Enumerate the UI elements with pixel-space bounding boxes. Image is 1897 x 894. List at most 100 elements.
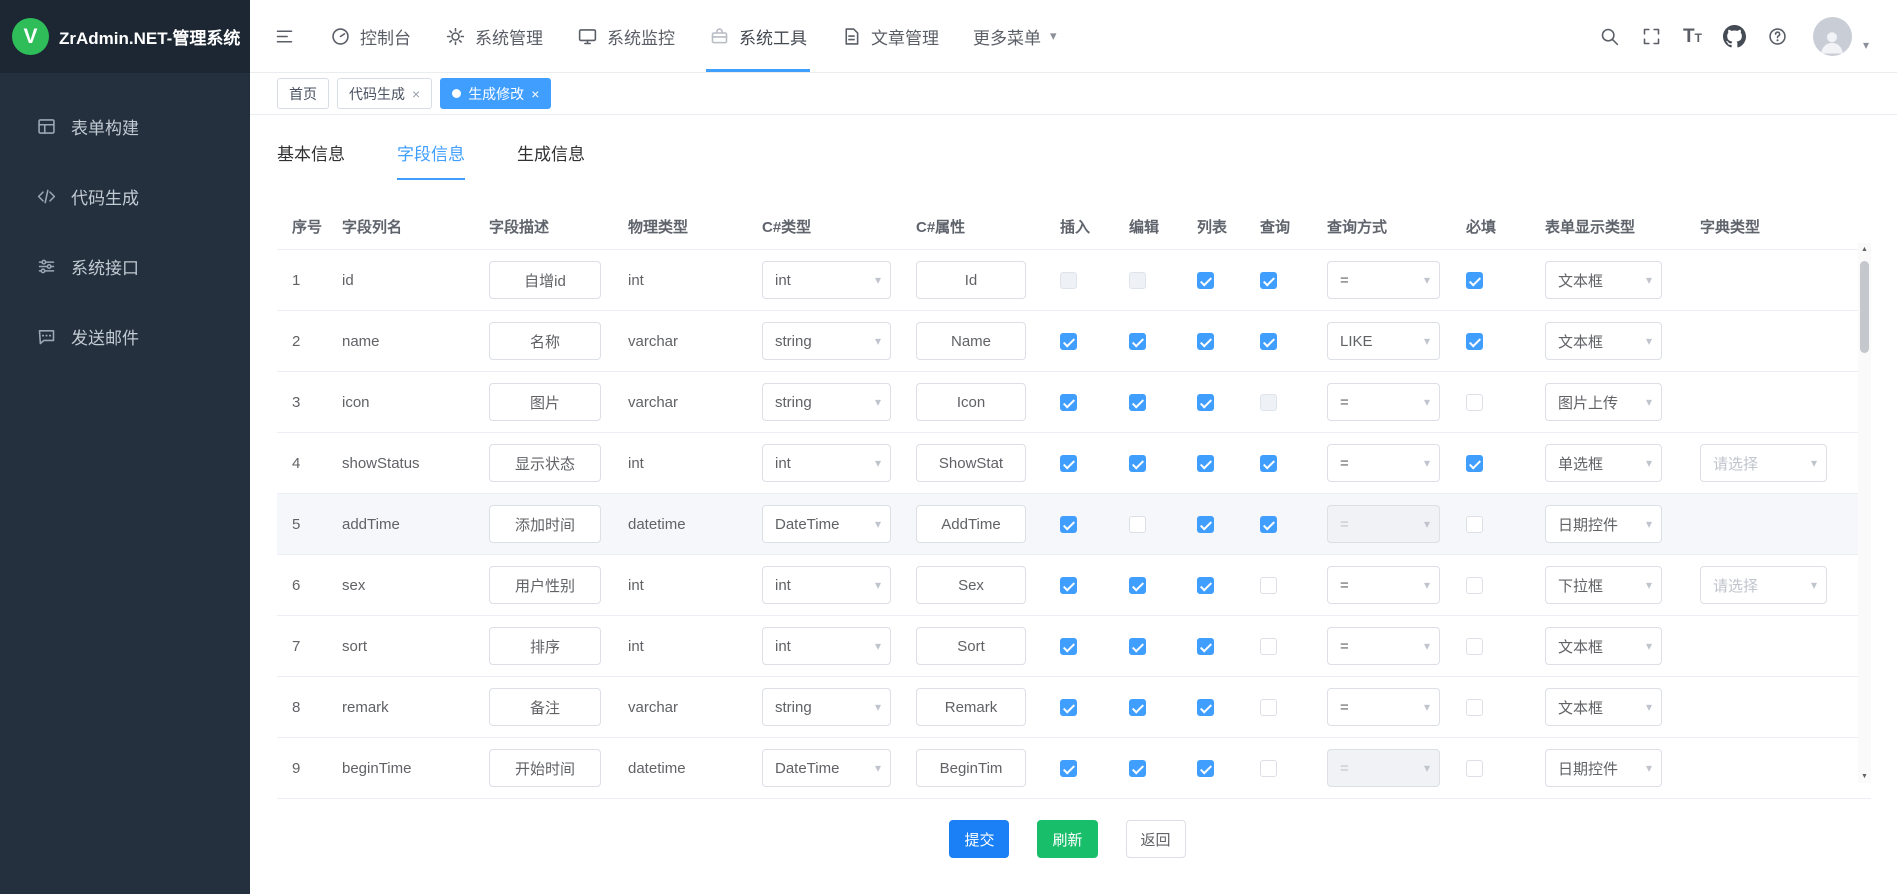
insert-checkbox[interactable] [1060,516,1077,533]
dict-type-select[interactable]: 请选择 ▾ [1700,566,1827,604]
query-mode-select[interactable]: = ▾ [1327,505,1440,543]
avatar[interactable] [1813,17,1852,56]
edit-checkbox[interactable] [1129,638,1146,655]
csharp-type-select[interactable]: string ▾ [762,322,891,360]
edit-checkbox[interactable] [1129,394,1146,411]
tag-home[interactable]: 首页 [277,78,329,109]
edit-checkbox[interactable] [1129,760,1146,777]
list-checkbox[interactable] [1197,455,1214,472]
tab-field-info[interactable]: 字段信息 [397,140,465,180]
dict-type-select[interactable]: 请选择 ▾ [1700,444,1827,482]
query-mode-select[interactable]: = ▾ [1327,749,1440,787]
insert-checkbox[interactable] [1060,760,1077,777]
csharp-prop-input[interactable] [916,505,1026,543]
required-checkbox[interactable] [1466,577,1483,594]
refresh-button[interactable]: 刷新 [1037,820,1097,858]
required-checkbox[interactable] [1466,394,1483,411]
query-checkbox[interactable] [1260,394,1277,411]
scrollbar-track[interactable] [1858,256,1871,770]
list-checkbox[interactable] [1197,516,1214,533]
field-desc-input[interactable] [489,261,601,299]
field-desc-input[interactable] [489,505,601,543]
query-checkbox[interactable] [1260,272,1277,289]
list-checkbox[interactable] [1197,577,1214,594]
insert-checkbox[interactable] [1060,577,1077,594]
edit-checkbox[interactable] [1129,455,1146,472]
edit-checkbox[interactable] [1129,272,1146,289]
field-desc-input[interactable] [489,383,601,421]
list-checkbox[interactable] [1197,272,1214,289]
query-mode-select[interactable]: = ▾ [1327,627,1440,665]
required-checkbox[interactable] [1466,516,1483,533]
query-mode-select[interactable]: LIKE ▾ [1327,322,1440,360]
edit-checkbox[interactable] [1129,699,1146,716]
display-type-select[interactable]: 文本框 ▾ [1545,688,1662,726]
edit-checkbox[interactable] [1129,577,1146,594]
insert-checkbox[interactable] [1060,455,1077,472]
topnav-item-system-monitor[interactable]: 系统监控 [560,0,692,72]
csharp-type-select[interactable]: string ▾ [762,383,891,421]
csharp-prop-input[interactable] [916,749,1026,787]
field-desc-input[interactable] [489,688,601,726]
list-checkbox[interactable] [1197,638,1214,655]
edit-checkbox[interactable] [1129,516,1146,533]
topnav-item-article-manage[interactable]: 文章管理 [824,0,956,72]
insert-checkbox[interactable] [1060,394,1077,411]
scrollbar-thumb[interactable] [1860,261,1869,353]
display-type-select[interactable]: 日期控件 ▾ [1545,749,1662,787]
close-icon[interactable]: × [531,87,539,101]
csharp-type-select[interactable]: DateTime ▾ [762,749,891,787]
csharp-prop-input[interactable] [916,261,1026,299]
csharp-prop-input[interactable] [916,383,1026,421]
query-checkbox[interactable] [1260,577,1277,594]
font-size-button[interactable]: TT [1683,27,1702,46]
tag-gen-edit[interactable]: 生成修改 × [440,78,551,109]
query-checkbox[interactable] [1260,760,1277,777]
topnav-item-system-manage[interactable]: 系统管理 [428,0,560,72]
csharp-prop-input[interactable] [916,627,1026,665]
sidebar-item-form-build[interactable]: 表单构建 [0,91,250,161]
required-checkbox[interactable] [1466,699,1483,716]
sidebar-item-send-mail[interactable]: 发送邮件 [0,301,250,371]
insert-checkbox[interactable] [1060,638,1077,655]
query-checkbox[interactable] [1260,516,1277,533]
table-scrollbar[interactable]: ▲ ▼ [1858,243,1871,783]
chevron-down-icon[interactable]: ▾ [1863,38,1869,56]
topnav-item-system-tools[interactable]: 系统工具 [692,0,824,72]
display-type-select[interactable]: 下拉框 ▾ [1545,566,1662,604]
query-mode-select[interactable]: = ▾ [1327,444,1440,482]
topnav-item-more-menu[interactable]: 更多菜单 ▾ [956,0,1074,72]
list-checkbox[interactable] [1197,333,1214,350]
required-checkbox[interactable] [1466,638,1483,655]
sidebar-toggle-button[interactable] [274,26,295,47]
display-type-select[interactable]: 文本框 ▾ [1545,627,1662,665]
csharp-type-select[interactable]: int ▾ [762,566,891,604]
tab-basic-info[interactable]: 基本信息 [277,140,345,180]
csharp-prop-input[interactable] [916,444,1026,482]
submit-button[interactable]: 提交 [949,820,1009,858]
required-checkbox[interactable] [1466,760,1483,777]
sidebar-item-system-api[interactable]: 系统接口 [0,231,250,301]
scroll-up-arrow[interactable]: ▲ [1858,243,1871,256]
csharp-type-select[interactable]: int ▾ [762,444,891,482]
field-desc-input[interactable] [489,322,601,360]
list-checkbox[interactable] [1197,760,1214,777]
insert-checkbox[interactable] [1060,333,1077,350]
required-checkbox[interactable] [1466,272,1483,289]
csharp-type-select[interactable]: int ▾ [762,261,891,299]
tag-code-gen[interactable]: 代码生成 × [337,78,432,109]
insert-checkbox[interactable] [1060,699,1077,716]
query-mode-select[interactable]: = ▾ [1327,688,1440,726]
csharp-prop-input[interactable] [916,322,1026,360]
sidebar-item-code-gen[interactable]: 代码生成 [0,161,250,231]
query-mode-select[interactable]: = ▾ [1327,383,1440,421]
query-checkbox[interactable] [1260,455,1277,472]
field-desc-input[interactable] [489,444,601,482]
csharp-type-select[interactable]: DateTime ▾ [762,505,891,543]
close-icon[interactable]: × [412,87,420,101]
csharp-type-select[interactable]: int ▾ [762,627,891,665]
field-desc-input[interactable] [489,566,601,604]
github-button[interactable] [1723,25,1746,48]
display-type-select[interactable]: 文本框 ▾ [1545,261,1662,299]
field-desc-input[interactable] [489,627,601,665]
